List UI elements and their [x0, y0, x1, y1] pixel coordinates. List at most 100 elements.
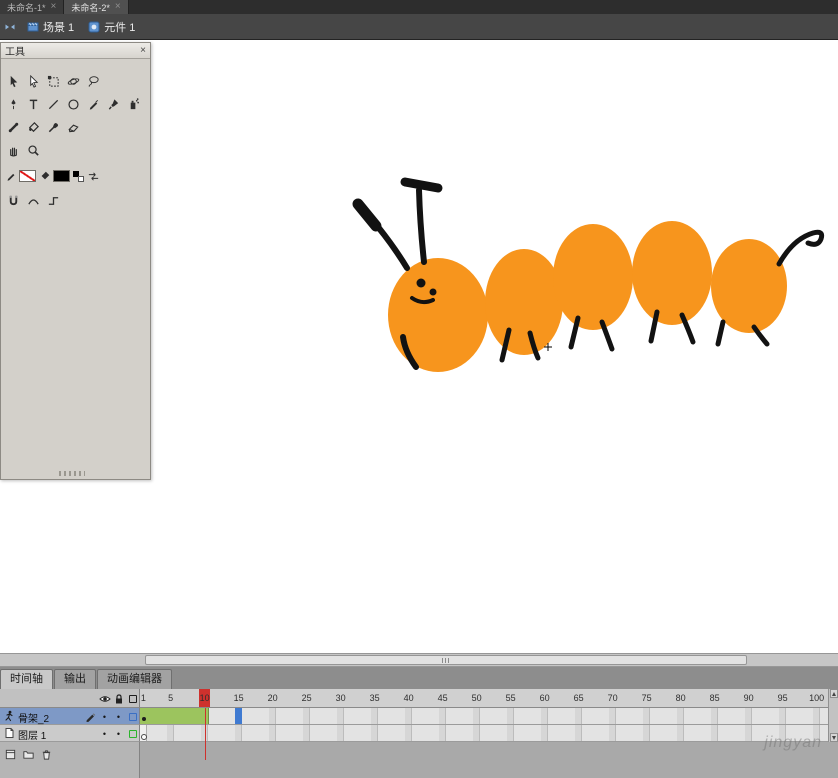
- scroll-down-arrow[interactable]: [830, 733, 838, 742]
- panel-resize-grip[interactable]: [59, 471, 85, 476]
- layer-outline-swatch[interactable]: [126, 727, 139, 740]
- frame-number: 80: [676, 693, 686, 703]
- zoom-tool[interactable]: [24, 142, 42, 159]
- snap-to-objects-button[interactable]: [4, 192, 22, 209]
- free-transform-tool[interactable]: [44, 73, 62, 90]
- timeline-vertical-scrollbar[interactable]: [828, 689, 838, 742]
- antenna-left-tip: [358, 204, 376, 226]
- doc-tab-label: 未命名-1*: [7, 1, 46, 14]
- pencil-tool[interactable]: [84, 96, 102, 113]
- delete-layer-button[interactable]: [39, 747, 54, 761]
- layer-lock-dot[interactable]: •: [112, 727, 125, 740]
- eye: [417, 279, 426, 288]
- armature-frames[interactable]: [140, 708, 828, 725]
- doc-tab-untitled-1[interactable]: 未命名-1* ×: [0, 0, 64, 14]
- bone-tool[interactable]: [4, 119, 22, 136]
- line-tool[interactable]: [44, 96, 62, 113]
- layer-name: 图层 1: [18, 727, 46, 742]
- new-folder-button[interactable]: [21, 747, 36, 761]
- armature-icon: [3, 710, 15, 722]
- lock-all-icon[interactable]: [112, 692, 125, 705]
- fill-color-swatch[interactable]: [53, 170, 70, 182]
- layer-armature[interactable]: 骨架_2 • •: [0, 708, 140, 725]
- frame-number: 30: [336, 693, 346, 703]
- scene-icon: [27, 21, 39, 33]
- stage[interactable]: 工具 ×: [0, 40, 838, 653]
- tools-panel-title: 工具: [5, 43, 140, 58]
- default-colors-button[interactable]: [72, 170, 85, 183]
- layer-visible-dot[interactable]: •: [98, 710, 111, 723]
- panel-toggle-icon[interactable]: [4, 21, 16, 33]
- tab-motion-editor[interactable]: 动画编辑器: [97, 669, 172, 689]
- new-layer-button[interactable]: [3, 747, 18, 761]
- page-icon: [3, 727, 15, 739]
- stroke-color-swatch[interactable]: [19, 170, 36, 182]
- watermark: jingyan: [764, 734, 822, 752]
- close-icon[interactable]: ×: [115, 2, 121, 12]
- pose-keyframe[interactable]: [235, 708, 242, 724]
- frame-number: 15: [234, 693, 244, 703]
- 3d-rotation-tool[interactable]: [64, 73, 82, 90]
- eraser-tool[interactable]: [64, 119, 82, 136]
- close-icon[interactable]: ×: [51, 2, 57, 12]
- doc-tab-untitled-2[interactable]: 未命名-2* ×: [64, 0, 128, 14]
- text-tool[interactable]: [24, 96, 42, 113]
- scrollbar-thumb[interactable]: [145, 655, 747, 665]
- layer-lock-dot[interactable]: •: [112, 710, 125, 723]
- frame-number: 5: [168, 693, 173, 703]
- fill-color-icon: [38, 170, 51, 183]
- document-tab-bar: 未命名-1* × 未命名-2* ×: [0, 0, 838, 14]
- scene-breadcrumb[interactable]: 场景 1: [24, 17, 77, 37]
- tab-output[interactable]: 输出: [54, 669, 96, 689]
- pen-tool[interactable]: [4, 96, 22, 113]
- frame-number: 10: [200, 693, 210, 703]
- frame-ruler[interactable]: 1510152025303540455055606570758085909510…: [140, 689, 828, 708]
- oval-tool[interactable]: [64, 96, 82, 113]
- frame-number: 60: [540, 693, 550, 703]
- layer-layer1[interactable]: 图层 1 • •: [0, 725, 140, 742]
- eye: [430, 289, 437, 296]
- eyedropper-tool[interactable]: [44, 119, 62, 136]
- show-hide-all-icon[interactable]: [98, 692, 111, 705]
- layer-outline-swatch[interactable]: [126, 710, 139, 723]
- deco-spray-tool[interactable]: [124, 96, 142, 113]
- tab-timeline[interactable]: 时间轴: [0, 669, 53, 689]
- brush-tool[interactable]: [104, 96, 122, 113]
- layer-visible-dot[interactable]: •: [98, 727, 111, 740]
- keyframe-dot: [142, 717, 146, 721]
- swap-colors-button[interactable]: [87, 170, 100, 183]
- timeline-header: 1510152025303540455055606570758085909510…: [0, 689, 838, 708]
- layer-row-armature: 骨架_2 • •: [0, 708, 838, 725]
- outline-all-icon[interactable]: [126, 692, 139, 705]
- scroll-up-arrow[interactable]: [830, 689, 838, 698]
- selection-tool[interactable]: [4, 73, 22, 90]
- straighten-button[interactable]: [44, 192, 62, 209]
- tail-curl: [779, 232, 822, 264]
- playhead-line: [205, 708, 206, 760]
- frame-number: 40: [404, 693, 414, 703]
- lasso-tool[interactable]: [84, 73, 102, 90]
- symbol-breadcrumb[interactable]: 元件 1: [85, 17, 138, 37]
- smooth-button[interactable]: [24, 192, 42, 209]
- frame-1-cell[interactable]: [140, 725, 147, 741]
- hand-tool[interactable]: [4, 142, 22, 159]
- body-segment: [388, 258, 488, 372]
- layer1-frames[interactable]: [140, 725, 828, 742]
- body-segment: [632, 221, 712, 325]
- timeline-footer: [0, 742, 838, 778]
- edit-bar: 场景 1 元件 1: [0, 14, 838, 40]
- close-icon[interactable]: ×: [140, 45, 146, 56]
- frame-number: 85: [710, 693, 720, 703]
- layer-name: 骨架_2: [18, 710, 49, 725]
- subselection-tool[interactable]: [24, 73, 42, 90]
- tools-panel-titlebar[interactable]: 工具 ×: [1, 43, 150, 59]
- armature-span[interactable]: [140, 708, 209, 724]
- body-segment: [485, 249, 563, 355]
- scrollbar-grip: [442, 658, 450, 663]
- frame-number: 75: [642, 693, 652, 703]
- frame-number: 1: [141, 693, 146, 703]
- symbol-label: 元件 1: [104, 19, 135, 35]
- horizontal-scrollbar[interactable]: [0, 653, 838, 667]
- paint-bucket-tool[interactable]: [24, 119, 42, 136]
- timeline-panel: 时间轴 输出 动画编辑器 151015202530354045505560657…: [0, 667, 838, 778]
